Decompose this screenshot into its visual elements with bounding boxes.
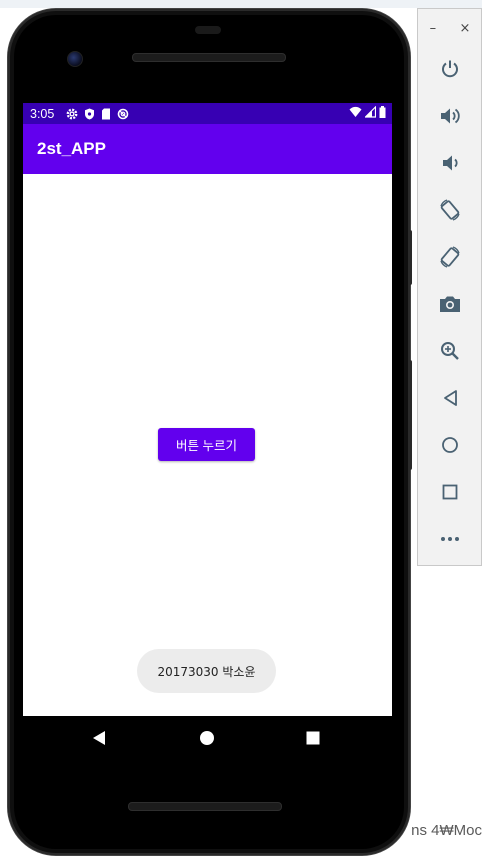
zoom-button[interactable] xyxy=(435,336,465,366)
power-button[interactable] xyxy=(435,54,465,84)
volume-up-icon xyxy=(441,108,460,124)
power-icon xyxy=(442,60,458,78)
app-bar: 2st_APP xyxy=(23,124,392,174)
more-button[interactable] xyxy=(435,524,465,554)
rotate-right-icon xyxy=(440,246,460,268)
home-button[interactable] xyxy=(435,430,465,460)
screenshot-button[interactable] xyxy=(435,289,465,319)
battery-icon xyxy=(379,106,386,118)
nav-back-button[interactable] xyxy=(79,716,119,760)
more-icon xyxy=(441,537,459,541)
nav-recents-button[interactable] xyxy=(293,716,333,760)
rotate-left-icon xyxy=(440,199,460,221)
back-icon xyxy=(93,731,105,745)
rotate-left-button[interactable] xyxy=(435,195,465,225)
back-button[interactable] xyxy=(435,383,465,413)
bottom-speaker xyxy=(128,802,282,811)
status-bar: 3:05 xyxy=(23,103,392,124)
status-notification-icons xyxy=(66,108,129,120)
overview-icon xyxy=(442,484,458,500)
navigation-bar xyxy=(23,716,392,760)
settings-icon xyxy=(66,108,78,119)
earpiece-speaker xyxy=(132,53,286,62)
front-camera-icon xyxy=(67,51,83,67)
data-saver-icon xyxy=(118,108,129,119)
toast-message: 20173030 박소윤 xyxy=(137,649,276,693)
ide-top-strip xyxy=(0,0,482,8)
phone-power-key xyxy=(408,230,412,285)
press-button[interactable]: 버튼 누르기 xyxy=(158,428,255,461)
volume-up-button[interactable] xyxy=(435,101,465,131)
status-time: 3:05 xyxy=(30,106,55,121)
emulator-toolbar: – × xyxy=(417,8,482,566)
minimize-button[interactable]: – xyxy=(430,21,437,36)
nav-home-button[interactable] xyxy=(187,716,227,760)
device-screen: 3:05 2st_APP 버튼 누르기 20173030 박소윤 xyxy=(23,103,392,716)
camera-icon xyxy=(440,296,460,312)
sd-card-icon xyxy=(102,108,111,119)
phone-volume-key xyxy=(408,360,412,470)
top-sensor xyxy=(195,26,221,34)
app-title: 2st_APP xyxy=(37,139,106,158)
recents-icon xyxy=(306,731,320,745)
rotate-right-button[interactable] xyxy=(435,242,465,272)
home-icon xyxy=(200,731,214,745)
volume-down-icon xyxy=(443,155,458,171)
shield-icon xyxy=(85,108,95,119)
wifi-icon xyxy=(349,106,362,117)
status-system-icons xyxy=(349,106,386,118)
back-icon xyxy=(444,390,457,406)
close-button[interactable]: × xyxy=(459,21,470,36)
zoom-icon xyxy=(441,342,459,360)
home-icon xyxy=(442,437,458,453)
volume-down-button[interactable] xyxy=(435,148,465,178)
overview-button[interactable] xyxy=(435,477,465,507)
ide-background-text: ns 4₩Moc xyxy=(411,822,482,839)
toolbar-header: – × xyxy=(418,21,482,36)
signal-icon xyxy=(365,106,376,118)
